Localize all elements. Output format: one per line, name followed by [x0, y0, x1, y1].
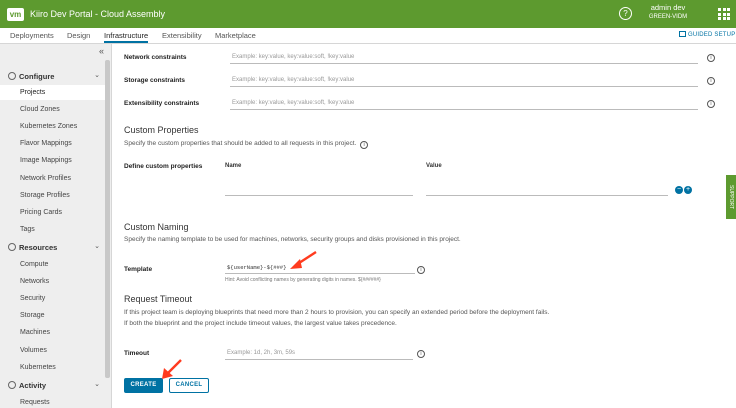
sidebar-section-configure[interactable]: Configure ⌄ [8, 72, 100, 81]
tab-design[interactable]: Design [67, 31, 90, 43]
sidebar-item-networks[interactable]: Networks [0, 274, 105, 289]
top-header: vm Kiiro Dev Portal - Cloud Assembly ? a… [0, 0, 736, 28]
user-name: admin dev [650, 3, 686, 12]
sidebar-item-cloud-zones[interactable]: Cloud Zones [0, 102, 105, 117]
chevron-down-icon: ⌄ [94, 381, 100, 388]
define-custom-properties-label: Define custom properties [124, 163, 203, 170]
support-tab[interactable]: SUPPORT [726, 175, 736, 219]
custom-properties-description: Specify the custom properties that shoul… [124, 140, 624, 149]
sidebar-item-tags[interactable]: Tags [0, 222, 105, 237]
main-tabs: Deployments Design Infrastructure Extens… [0, 28, 736, 44]
info-icon[interactable]: i [707, 100, 715, 108]
timeout-label: Timeout [124, 350, 150, 357]
app-title: Kiiro Dev Portal - Cloud Assembly [30, 9, 166, 19]
gear-icon [8, 72, 16, 80]
extensibility-constraints-label: Extensibility constraints [124, 100, 200, 107]
annotation-arrow [162, 359, 182, 379]
add-property-button[interactable]: + [684, 186, 692, 194]
custom-naming-heading: Custom Naming [124, 222, 189, 232]
timeout-input[interactable]: Example: 1d, 2h, 3m, 59s [225, 348, 413, 360]
sidebar-item-machines[interactable]: Machines [0, 325, 105, 340]
network-constraints-input[interactable]: Example: key:value, key:value:soft, !key… [230, 52, 698, 64]
info-icon[interactable]: i [707, 54, 715, 62]
storage-constraints-input[interactable]: Example: key:value, key:value:soft, !key… [230, 75, 698, 87]
sidebar: « Configure ⌄ Projects Cloud Zones Kubern… [0, 44, 112, 408]
custom-property-value-input[interactable] [426, 184, 668, 196]
request-timeout-heading: Request Timeout [124, 294, 193, 304]
help-icon[interactable]: ? [619, 7, 632, 20]
project-form: Network constraints Example: key:value, … [112, 44, 725, 408]
sidebar-item-security[interactable]: Security [0, 291, 105, 306]
sidebar-item-storage[interactable]: Storage [0, 308, 105, 323]
network-constraints-label: Network constraints [124, 54, 187, 61]
sidebar-item-requests[interactable]: Requests [0, 395, 105, 408]
tab-deployments[interactable]: Deployments [10, 31, 54, 43]
info-icon[interactable]: i [707, 77, 715, 85]
sidebar-section-resources[interactable]: Resources ⌄ [8, 243, 100, 252]
name-column-header: Name [225, 163, 242, 169]
tab-extensibility[interactable]: Extensibility [162, 31, 202, 43]
chevron-down-icon: ⌄ [94, 72, 100, 79]
tab-infrastructure[interactable]: Infrastructure [104, 31, 149, 43]
info-icon[interactable]: i [417, 266, 425, 274]
sidebar-scrollbar[interactable] [105, 60, 110, 378]
sidebar-item-storage-profiles[interactable]: Storage Profiles [0, 188, 105, 203]
section-label: Activity [19, 381, 47, 390]
sidebar-item-projects[interactable]: Projects [0, 85, 105, 100]
activity-icon [8, 381, 16, 389]
remove-property-button[interactable]: − [675, 186, 683, 194]
book-icon [679, 31, 686, 37]
sidebar-item-kubernetes[interactable]: Kubernetes [0, 360, 105, 375]
section-label: Configure [19, 72, 55, 81]
custom-properties-description-text: Specify the custom properties that shoul… [124, 140, 357, 147]
sidebar-section-activity[interactable]: Activity ⌄ [8, 381, 100, 390]
request-timeout-description-2: If both the blueprint and the project in… [124, 320, 397, 327]
info-icon[interactable]: i [417, 350, 425, 358]
user-menu[interactable]: admin dev GREEN-VIDM [640, 3, 696, 22]
chevron-down-icon: ⌄ [94, 243, 100, 250]
annotation-arrow [290, 250, 317, 269]
custom-property-name-input[interactable] [225, 184, 413, 196]
guided-setup-label: GUIDED SETUP [688, 32, 736, 38]
request-timeout-description-1: If this project team is deploying bluepr… [124, 309, 550, 316]
template-input[interactable]: ${userName}-${###} [225, 262, 415, 274]
user-org: GREEN-VIDM [648, 14, 688, 20]
sidebar-item-volumes[interactable]: Volumes [0, 343, 105, 358]
tab-marketplace[interactable]: Marketplace [215, 31, 256, 43]
template-hint: Hint: Avoid conflicting names by generat… [225, 277, 381, 283]
section-label: Resources [19, 243, 58, 252]
info-icon[interactable]: i [360, 141, 369, 149]
app-switcher-icon[interactable] [718, 8, 730, 20]
storage-constraints-label: Storage constraints [124, 77, 186, 84]
vmware-logo: vm [7, 7, 24, 21]
create-button[interactable]: CREATE [124, 378, 163, 393]
template-label: Template [124, 266, 153, 273]
guided-setup-link[interactable]: GUIDED SETUP [679, 31, 735, 38]
sidebar-item-image-mappings[interactable]: Image Mappings [0, 153, 105, 168]
sidebar-item-network-profiles[interactable]: Network Profiles [0, 171, 105, 186]
sidebar-item-compute[interactable]: Compute [0, 257, 105, 272]
sidebar-item-kubernetes-zones[interactable]: Kubernetes Zones [0, 119, 105, 134]
custom-naming-description: Specify the naming template to be used f… [124, 236, 461, 243]
resources-icon [8, 243, 16, 251]
sidebar-item-pricing-cards[interactable]: Pricing Cards [0, 205, 105, 220]
custom-properties-heading: Custom Properties [124, 125, 199, 135]
value-column-header: Value [426, 163, 442, 169]
sidebar-item-flavor-mappings[interactable]: Flavor Mappings [0, 136, 105, 151]
extensibility-constraints-input[interactable]: Example: key:value, key:value:soft, !key… [230, 98, 698, 110]
collapse-sidebar-button[interactable]: « [99, 46, 104, 56]
